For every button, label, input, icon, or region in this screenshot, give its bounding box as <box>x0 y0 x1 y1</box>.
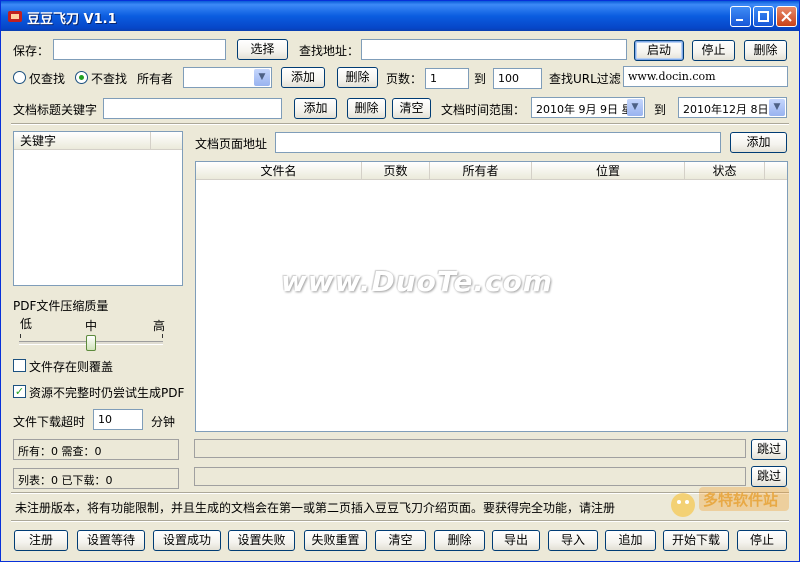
owner-select[interactable]: ▼ <box>183 67 272 88</box>
import-button[interactable]: 导入 <box>548 530 598 551</box>
set-wait-button[interactable]: 设置等待 <box>77 530 145 551</box>
duote-logo-text: 多特软件站 <box>703 491 779 509</box>
start-button[interactable]: 启动 <box>634 40 684 61</box>
radio-only-find-label: 仅查找 <box>29 72 66 86</box>
slider-tick <box>162 334 163 338</box>
date-to-picker[interactable]: 2010年12月 8日 ▼ <box>678 97 787 118</box>
owner-label: 所有者 <box>137 72 174 86</box>
choose-button[interactable]: 选择 <box>237 39 288 60</box>
set-fail-button[interactable]: 设置失败 <box>228 530 295 551</box>
minimize-icon <box>736 19 743 21</box>
title-keyword-input[interactable] <box>103 98 282 119</box>
url-filter-input[interactable]: www.docin.com <box>623 66 788 87</box>
maximize-icon <box>758 11 769 22</box>
keyword-column-header[interactable]: 关键字 <box>14 132 151 150</box>
column-header-location[interactable]: 位置 <box>532 162 685 180</box>
date-from-value: 2010年 9月 9日 星 <box>536 103 633 116</box>
pages-label: 页数： <box>386 72 423 86</box>
owner-add-button[interactable]: 添加 <box>281 67 325 88</box>
slider-tick <box>20 334 21 338</box>
column-header-filename[interactable]: 文件名 <box>196 162 362 180</box>
close-icon <box>781 11 792 22</box>
chevron-down-icon[interactable]: ▼ <box>627 99 643 116</box>
owner-delete-button[interactable]: 删除 <box>337 67 378 88</box>
minimize-button[interactable] <box>730 6 751 27</box>
keyword-list[interactable]: 关键字 <box>13 131 183 286</box>
find-address-input[interactable] <box>361 39 627 60</box>
pages-from-input[interactable]: 1 <box>425 68 469 89</box>
chevron-down-icon[interactable]: ▼ <box>769 99 785 116</box>
quality-high-label: 高 <box>153 319 166 333</box>
column-header-status[interactable]: 状态 <box>685 162 765 180</box>
quality-mid-label: 中 <box>85 319 98 333</box>
quality-slider-thumb[interactable] <box>86 335 96 351</box>
radio-only-find[interactable] <box>13 71 26 84</box>
try-pdf-label: 资源不完整时仍尝试生成PDF <box>29 386 185 400</box>
app-window: 豆豆飞刀 V1.1 保存： 选择 查找地址： 启动 停止 删除 仅查找 不查找 … <box>0 0 800 562</box>
column-header-owner[interactable]: 所有者 <box>430 162 532 180</box>
unregistered-notice: 未注册版本，将有功能限制，并且生成的文档会在第一或第二页插入豆豆飞刀介绍页面。要… <box>15 501 616 515</box>
app-icon <box>8 11 22 22</box>
timeout-label: 文件下载超时 <box>13 415 86 429</box>
save-path-input[interactable] <box>53 39 226 60</box>
keyword-delete-button[interactable]: 删除 <box>347 98 386 119</box>
set-success-button[interactable]: 设置成功 <box>153 530 221 551</box>
find-address-label: 查找地址： <box>299 44 360 58</box>
date-from-picker[interactable]: 2010年 9月 9日 星 ▼ <box>531 97 645 118</box>
clear-button[interactable]: 清空 <box>375 530 426 551</box>
window-title: 豆豆飞刀 V1.1 <box>27 12 117 27</box>
skip-button-1[interactable]: 跳过 <box>751 439 787 460</box>
append-button[interactable]: 追加 <box>605 530 656 551</box>
title-bar[interactable]: 豆豆飞刀 V1.1 <box>1 1 799 31</box>
delete-button[interactable]: 删除 <box>744 40 787 61</box>
pdf-quality-label: PDF文件压缩质量 <box>13 299 109 313</box>
save-label: 保存： <box>13 44 50 58</box>
status-total: 所有：0 需查：0 <box>13 439 179 460</box>
pages-to-label: 到 <box>474 72 487 86</box>
status-list: 列表：0 已下载：0 <box>13 468 179 489</box>
time-range-label: 文档时间范围： <box>441 103 526 117</box>
progress-bar-2 <box>194 467 746 486</box>
skip-button-2[interactable]: 跳过 <box>751 466 787 487</box>
url-filter-label: 查找URL过滤 <box>549 72 621 86</box>
page-url-add-button[interactable]: 添加 <box>730 132 787 153</box>
try-pdf-checkbox[interactable]: ✓ <box>13 385 26 398</box>
keyword-column-filler <box>151 132 182 150</box>
keyword-add-button[interactable]: 添加 <box>294 98 337 119</box>
duote-logo-watermark: 多特软件站 <box>665 485 795 545</box>
stop-button[interactable]: 停止 <box>692 40 735 61</box>
title-keyword-label: 文档标题关键字 <box>13 103 98 117</box>
separator <box>11 123 789 125</box>
radio-no-find-label: 不查找 <box>91 72 128 86</box>
overwrite-checkbox[interactable] <box>13 359 26 372</box>
timeout-unit-label: 分钟 <box>151 415 176 429</box>
column-header-pages[interactable]: 页数 <box>362 162 430 180</box>
chevron-down-icon[interactable]: ▼ <box>254 69 270 86</box>
progress-bar-1 <box>194 439 746 458</box>
page-url-label: 文档页面地址 <box>195 137 268 151</box>
overwrite-label: 文件存在则覆盖 <box>29 360 114 374</box>
date-to-label: 到 <box>654 103 667 117</box>
timeout-input[interactable]: 10 <box>93 409 143 430</box>
keyword-clear-button[interactable]: 清空 <box>392 98 431 119</box>
radio-no-find[interactable] <box>75 71 88 84</box>
page-url-input[interactable] <box>275 132 721 153</box>
delete-list-button[interactable]: 删除 <box>434 530 485 551</box>
register-button[interactable]: 注册 <box>14 530 68 551</box>
close-button[interactable] <box>776 6 797 27</box>
date-to-value: 2010年12月 8日 <box>683 103 769 116</box>
export-button[interactable]: 导出 <box>492 530 540 551</box>
column-header-filler <box>765 162 787 180</box>
maximize-button[interactable] <box>753 6 774 27</box>
quality-low-label: 低 <box>20 317 33 331</box>
watermark-text: www.DuoTe.com <box>281 265 553 298</box>
pages-to-input[interactable]: 100 <box>493 68 542 89</box>
fail-reset-button[interactable]: 失败重置 <box>304 530 367 551</box>
